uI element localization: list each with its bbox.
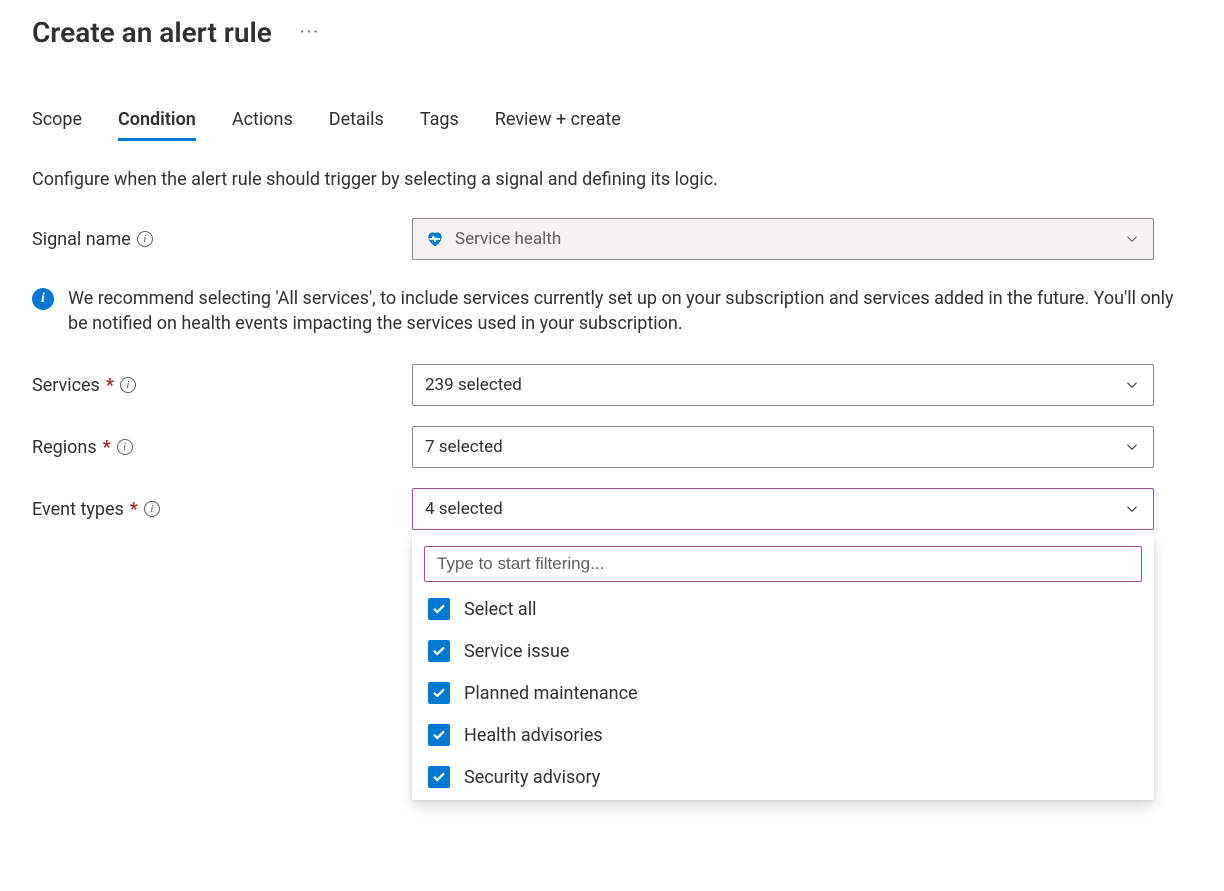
chevron-down-icon — [1123, 376, 1141, 394]
chevron-down-icon — [1123, 230, 1141, 248]
option-health-advisories[interactable]: Health advisories — [428, 724, 1142, 746]
signal-name-label: Signal name — [32, 229, 131, 250]
chevron-down-icon — [1123, 500, 1141, 518]
tabs-bar: Scope Condition Actions Details Tags Rev… — [32, 109, 1192, 141]
regions-label: Regions — [32, 437, 97, 458]
tab-condition[interactable]: Condition — [118, 109, 196, 141]
tab-actions[interactable]: Actions — [232, 109, 293, 141]
filter-input[interactable] — [424, 546, 1142, 582]
info-icon[interactable]: i — [137, 231, 153, 247]
required-indicator: * — [130, 499, 138, 520]
services-select[interactable]: 239 selected — [412, 364, 1154, 406]
required-indicator: * — [103, 437, 111, 458]
info-icon[interactable]: i — [117, 439, 133, 455]
tab-tags[interactable]: Tags — [420, 109, 459, 141]
service-health-icon — [425, 229, 445, 249]
checkbox-checked-icon — [428, 640, 450, 662]
event-types-dropdown: Select all Service issue Planned mainten… — [412, 536, 1154, 800]
option-label: Planned maintenance — [464, 683, 638, 704]
more-actions-button[interactable]: ··· — [300, 22, 320, 43]
checkbox-checked-icon — [428, 682, 450, 704]
event-types-select[interactable]: 4 selected — [412, 488, 1154, 530]
regions-value: 7 selected — [425, 437, 503, 457]
checkbox-checked-icon — [428, 766, 450, 788]
option-select-all[interactable]: Select all — [428, 598, 1142, 620]
tab-details[interactable]: Details — [329, 109, 384, 141]
checkbox-checked-icon — [428, 724, 450, 746]
option-label: Service issue — [464, 641, 569, 662]
option-label: Health advisories — [464, 725, 603, 746]
info-banner-text: We recommend selecting 'All services', t… — [68, 286, 1192, 336]
tab-review-create[interactable]: Review + create — [495, 109, 621, 141]
chevron-down-icon — [1123, 438, 1141, 456]
event-types-label: Event types — [32, 499, 124, 520]
option-planned-maintenance[interactable]: Planned maintenance — [428, 682, 1142, 704]
signal-name-value: Service health — [455, 229, 561, 249]
option-label: Security advisory — [464, 767, 600, 788]
page-title: Create an alert rule — [32, 16, 272, 49]
option-security-advisory[interactable]: Security advisory — [428, 766, 1142, 788]
required-indicator: * — [106, 375, 114, 396]
option-service-issue[interactable]: Service issue — [428, 640, 1142, 662]
tab-description: Configure when the alert rule should tri… — [32, 169, 1192, 190]
services-value: 239 selected — [425, 375, 522, 395]
info-icon[interactable]: i — [120, 377, 136, 393]
services-label: Services — [32, 375, 100, 396]
info-icon[interactable]: i — [144, 501, 160, 517]
signal-name-select[interactable]: Service health — [412, 218, 1154, 260]
event-types-value: 4 selected — [425, 499, 503, 519]
checkbox-checked-icon — [428, 598, 450, 620]
info-banner-icon: i — [32, 288, 54, 310]
option-label: Select all — [464, 599, 536, 620]
regions-select[interactable]: 7 selected — [412, 426, 1154, 468]
tab-scope[interactable]: Scope — [32, 109, 82, 141]
